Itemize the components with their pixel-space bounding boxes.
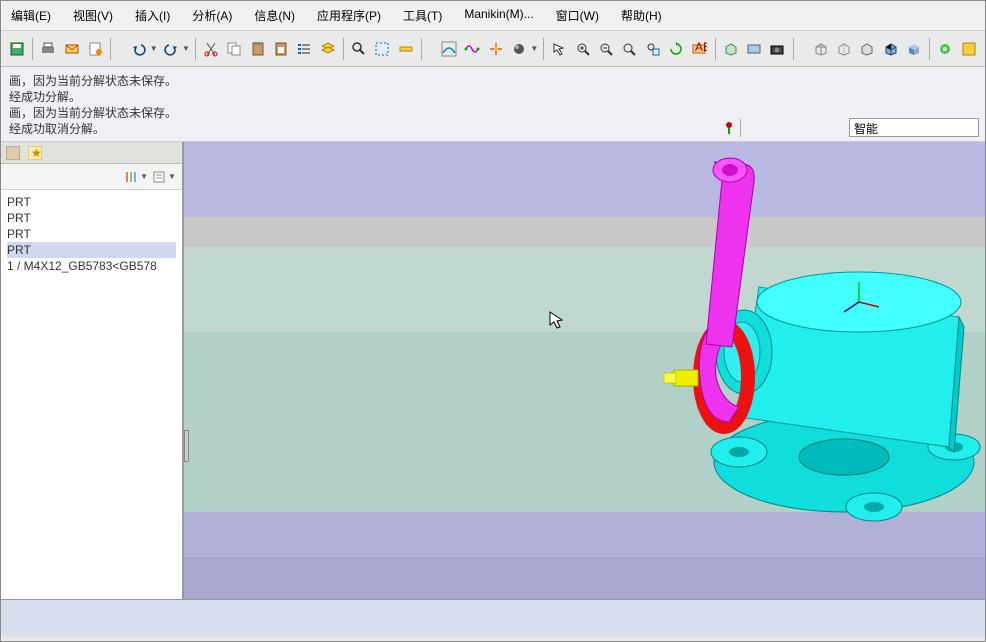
point-tool-button[interactable] — [486, 38, 506, 60]
save-button[interactable] — [7, 38, 27, 60]
svg-text:★: ★ — [31, 146, 42, 160]
main-area: ★ ▼ ▼ PRT PRT PRT PRT 1 / M4X12_GB5783<G… — [1, 142, 985, 599]
capture-button[interactable] — [767, 38, 787, 60]
cursor-icon — [548, 310, 566, 330]
arrow-tool-button[interactable] — [549, 38, 569, 60]
model-tree-panel: ★ ▼ ▼ PRT PRT PRT PRT 1 / M4X12_GB5783<G… — [1, 142, 184, 599]
view-style-button[interactable] — [721, 38, 741, 60]
undo-dropdown[interactable]: ▼ — [150, 44, 158, 53]
zoom-window-button[interactable] — [619, 38, 639, 60]
menu-analysis[interactable]: 分析(A) — [188, 5, 236, 26]
status-indicator-icon — [722, 121, 736, 135]
menu-tools[interactable]: 工具(T) — [399, 5, 446, 26]
spline-tool-button[interactable] — [462, 38, 482, 60]
saved-views-button[interactable] — [744, 38, 764, 60]
orient-button[interactable]: AB — [689, 38, 709, 60]
menu-app[interactable]: 应用程序(P) — [313, 5, 385, 26]
redo-dropdown[interactable]: ▼ — [182, 44, 190, 53]
svg-text:AB: AB — [695, 41, 707, 54]
wireframe-button[interactable] — [811, 38, 831, 60]
status-bar — [1, 599, 985, 637]
shaded-button[interactable] — [904, 38, 924, 60]
paste-button[interactable] — [248, 38, 268, 60]
zoom-fit-button[interactable] — [573, 38, 593, 60]
tree-tab[interactable] — [5, 145, 21, 161]
doc-button[interactable] — [85, 38, 105, 60]
menu-insert[interactable]: 插入(I) — [131, 5, 174, 26]
tree-item[interactable]: PRT — [7, 194, 176, 210]
3d-model[interactable] — [564, 152, 984, 552]
menu-view[interactable]: 视图(V) — [69, 5, 117, 26]
separator — [929, 38, 930, 60]
message-line: 经成功分解。 — [9, 89, 977, 105]
redo-button[interactable] — [161, 38, 181, 60]
select-button[interactable] — [372, 38, 392, 60]
print-button[interactable] — [38, 38, 58, 60]
copy-button[interactable] — [224, 38, 244, 60]
sphere-dropdown[interactable]: ▼ — [530, 44, 538, 53]
tree-item[interactable]: PRT — [7, 210, 176, 226]
3d-viewport[interactable] — [184, 142, 985, 599]
separator — [110, 38, 111, 60]
menu-edit[interactable]: 编辑(E) — [7, 5, 55, 26]
datum-button[interactable] — [959, 38, 979, 60]
separator — [343, 38, 344, 60]
no-hidden-button[interactable] — [857, 38, 877, 60]
panel-resize-handle[interactable] — [184, 430, 189, 462]
tree-toolbar: ▼ ▼ — [1, 164, 182, 190]
separator — [195, 38, 196, 60]
separator — [32, 38, 33, 60]
menu-bar: 编辑(E) 视图(V) 插入(I) 分析(A) 信息(N) 应用程序(P) 工具… — [1, 1, 985, 31]
menu-help[interactable]: 帮助(H) — [617, 5, 666, 26]
cut-button[interactable] — [201, 38, 221, 60]
zoom-area-button[interactable] — [643, 38, 663, 60]
layers-button[interactable] — [318, 38, 338, 60]
separator — [421, 38, 422, 60]
message-area: 画，因为当前分解状态未保存。 经成功分解。 画，因为当前分解状态未保存。 经成功… — [1, 67, 985, 142]
menu-window[interactable]: 窗口(W) — [552, 5, 603, 26]
tree-item[interactable]: PRT — [7, 226, 176, 242]
list-button[interactable] — [294, 38, 314, 60]
separator — [793, 38, 794, 60]
tree-show-dropdown[interactable]: ▼ — [168, 172, 176, 181]
tree-item[interactable]: PRT — [7, 242, 176, 258]
separator — [715, 38, 716, 60]
tree-item[interactable]: 1 / M4X12_GB5783<GB578 — [7, 258, 176, 274]
tree-show-button[interactable] — [150, 168, 168, 186]
curve-tool-button[interactable] — [439, 38, 459, 60]
separator — [543, 38, 544, 60]
zoom-out-button[interactable] — [596, 38, 616, 60]
menu-manikin[interactable]: Manikin(M)... — [460, 5, 537, 26]
hidden-line-button[interactable] — [834, 38, 854, 60]
tree-settings-dropdown[interactable]: ▼ — [140, 172, 148, 181]
main-toolbar: ▼ ▼ ▼ AB — [1, 31, 985, 67]
find-button[interactable] — [349, 38, 369, 60]
shaded-edges-button[interactable] — [881, 38, 901, 60]
model-tree[interactable]: PRT PRT PRT PRT 1 / M4X12_GB5783<GB578 — [1, 190, 182, 599]
menu-info[interactable]: 信息(N) — [250, 5, 299, 26]
measure-button[interactable] — [396, 38, 416, 60]
sphere-tool-button[interactable] — [509, 38, 529, 60]
undo-button[interactable] — [128, 38, 148, 60]
panel-tabs: ★ — [1, 142, 182, 164]
mail-button[interactable] — [62, 38, 82, 60]
star-tab[interactable]: ★ — [27, 145, 43, 161]
redraw-button[interactable] — [666, 38, 686, 60]
paste-special-button[interactable] — [271, 38, 291, 60]
message-line: 画，因为当前分解状态未保存。 — [9, 73, 977, 89]
annotation-button[interactable] — [935, 38, 955, 60]
smart-selection-box[interactable]: 智能 — [849, 118, 979, 137]
tree-settings-button[interactable] — [122, 168, 140, 186]
